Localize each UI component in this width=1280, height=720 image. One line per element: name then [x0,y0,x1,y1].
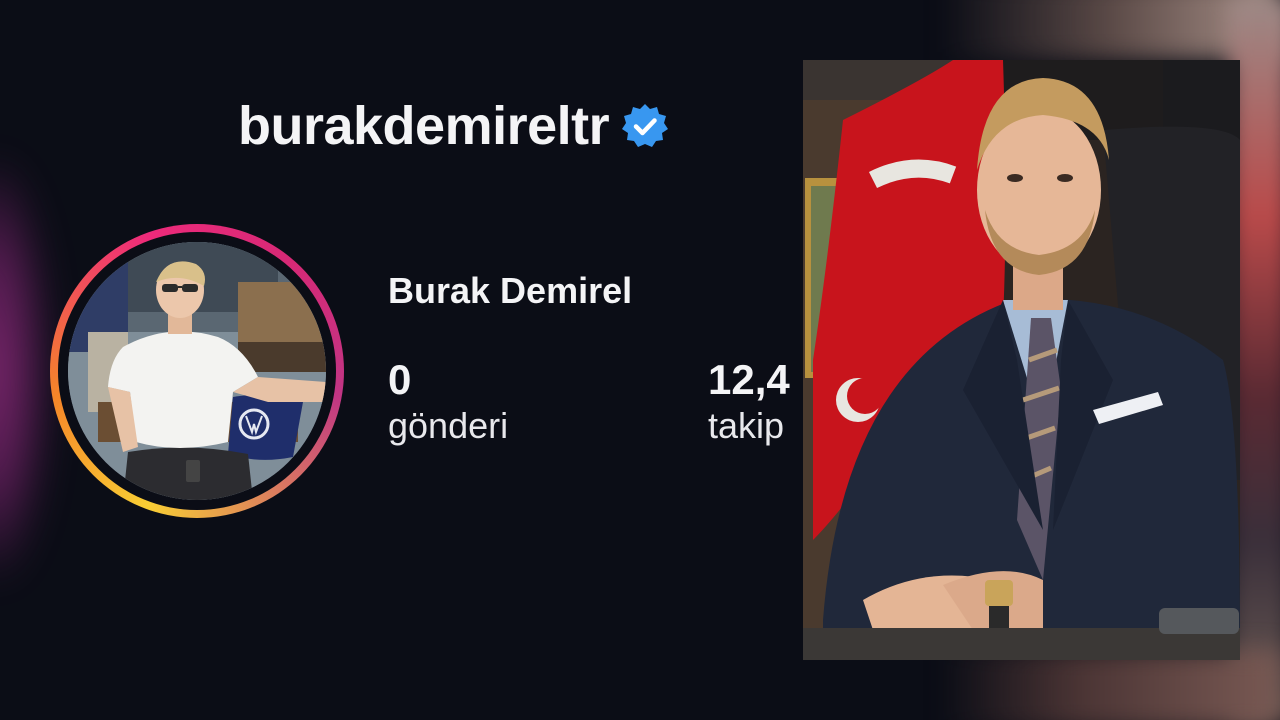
profile-username-row: burakdemireltr [238,96,669,156]
profile-username: burakdemireltr [238,96,610,156]
portrait-photo [803,60,1240,660]
screenshot-stage: burakdemireltr Burak Demirel 0 gönderi 1… [0,0,1280,720]
verified-badge-icon [622,104,669,147]
profile-avatar[interactable] [68,242,326,500]
portrait-illustration [803,60,1240,660]
profile-full-name: Burak Demirel [388,270,633,311]
posts-count: 0 [388,356,412,403]
avatar-photo [68,242,326,500]
stat-posts[interactable]: 0 gönderi [388,356,508,448]
followers-count: 12,4 [708,356,790,403]
background-glow-top-right [940,0,1280,60]
followers-label: takip [708,405,785,446]
story-ring[interactable] [50,224,344,518]
stat-followers[interactable]: 12,4 takip [708,356,808,448]
background-glow-bottom-right [940,650,1280,720]
background-glow-left [0,160,50,580]
posts-label: gönderi [388,405,509,446]
